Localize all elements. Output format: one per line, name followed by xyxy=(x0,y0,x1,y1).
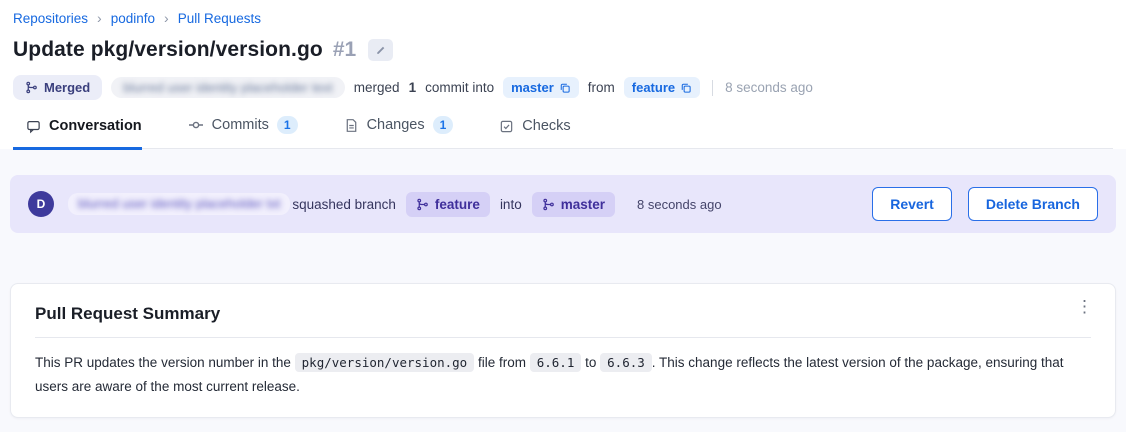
source-branch-name: feature xyxy=(435,197,480,212)
breadcrumb-pull-requests[interactable]: Pull Requests xyxy=(178,11,261,26)
inline-code: 6.6.3 xyxy=(600,353,652,372)
merge-timestamp: 8 seconds ago xyxy=(637,197,722,212)
author-redacted-text: blurred user identity placeholder text xyxy=(123,80,333,95)
git-merge-icon xyxy=(416,198,429,211)
author-redacted: blurred user identity placeholder txt xyxy=(68,193,290,215)
commits-count-badge: 1 xyxy=(277,116,298,134)
tab-checks[interactable]: Checks xyxy=(499,118,570,150)
inline-code: 6.6.1 xyxy=(530,353,582,372)
tab-commits[interactable]: Commits 1 xyxy=(188,116,298,150)
comment-icon xyxy=(26,119,41,134)
source-branch-chip[interactable]: feature xyxy=(624,77,700,98)
author-redacted-text: blurred user identity placeholder txt xyxy=(78,196,280,211)
revert-button[interactable]: Revert xyxy=(872,187,952,221)
title-row: Update pkg/version/version.go #1 xyxy=(13,38,1113,62)
divider xyxy=(712,80,713,96)
tab-label: Conversation xyxy=(49,118,142,134)
pr-number: #1 xyxy=(333,38,356,62)
pr-meta-row: Merged blurred user identity placeholder… xyxy=(13,75,1113,100)
target-branch-chip[interactable]: master xyxy=(503,77,579,98)
tab-changes[interactable]: Changes 1 xyxy=(344,116,454,150)
breadcrumb: Repositories › podinfo › Pull Requests xyxy=(13,10,1113,26)
source-branch-chip[interactable]: feature xyxy=(406,192,490,217)
pr-header: Repositories › podinfo › Pull Requests U… xyxy=(0,0,1126,149)
file-diff-icon xyxy=(344,118,359,133)
kebab-menu-icon[interactable]: ⋮ xyxy=(1076,298,1093,315)
pr-summary-card: Pull Request Summary ⋮ This PR updates t… xyxy=(10,283,1116,418)
merge-action-label: squashed branch xyxy=(292,197,396,212)
merged-label: merged xyxy=(354,80,400,95)
into-label: into xyxy=(500,197,522,212)
tab-label: Checks xyxy=(522,118,570,134)
target-branch-name: master xyxy=(561,197,605,212)
summary-body: This PR updates the version number in th… xyxy=(35,351,1075,399)
tab-label: Commits xyxy=(212,117,269,133)
author-redacted: blurred user identity placeholder text xyxy=(111,77,345,98)
target-branch-name: master xyxy=(511,80,554,95)
status-badge-label: Merged xyxy=(44,80,90,95)
target-branch-chip[interactable]: master xyxy=(532,192,615,217)
breadcrumb-repositories[interactable]: Repositories xyxy=(13,11,88,26)
source-branch-name: feature xyxy=(632,80,675,95)
pr-content: D blurred user identity placeholder txt … xyxy=(0,149,1126,432)
commit-icon xyxy=(188,117,204,133)
from-label: from xyxy=(588,80,615,95)
page-title: Update pkg/version/version.go xyxy=(13,38,323,62)
copy-icon[interactable] xyxy=(680,82,692,94)
merged-timestamp: 8 seconds ago xyxy=(725,80,813,95)
git-merge-icon xyxy=(25,81,38,94)
delete-branch-button[interactable]: Delete Branch xyxy=(968,187,1098,221)
git-merge-icon xyxy=(542,198,555,211)
merge-event-banner: D blurred user identity placeholder txt … xyxy=(10,175,1116,233)
edit-title-button[interactable] xyxy=(368,39,393,61)
changes-count-badge: 1 xyxy=(433,116,454,134)
inline-code: pkg/version/version.go xyxy=(295,353,475,372)
breadcrumb-separator: › xyxy=(164,10,169,26)
breadcrumb-separator: › xyxy=(97,10,102,26)
commit-count: 1 xyxy=(409,80,417,95)
tab-conversation[interactable]: Conversation xyxy=(13,118,142,150)
tab-label: Changes xyxy=(367,117,425,133)
pencil-icon xyxy=(375,44,387,56)
summary-title: Pull Request Summary xyxy=(35,304,1091,338)
commit-into-label: commit into xyxy=(425,80,494,95)
checklist-icon xyxy=(499,119,514,134)
banner-actions: Revert Delete Branch xyxy=(872,187,1098,221)
status-badge: Merged xyxy=(13,75,102,100)
copy-icon[interactable] xyxy=(559,82,571,94)
pr-tabbar: Conversation Commits 1 Changes 1 xyxy=(13,116,1113,149)
avatar: D xyxy=(28,191,54,217)
breadcrumb-podinfo[interactable]: podinfo xyxy=(111,11,155,26)
